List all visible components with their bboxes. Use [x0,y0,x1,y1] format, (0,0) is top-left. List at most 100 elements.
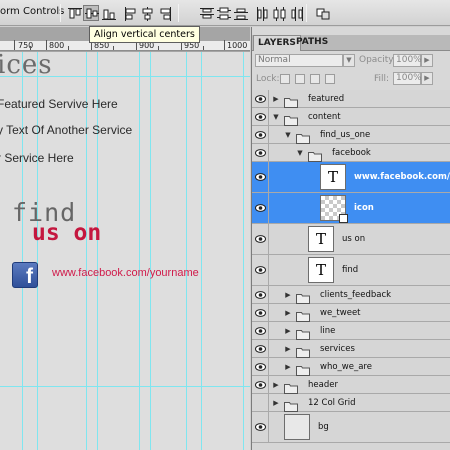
align-top-edges-icon [68,8,82,19]
distribute-vertical-centers-button[interactable] [215,5,231,21]
visibility-eye-icon[interactable] [252,412,269,442]
layer-name[interactable]: line [320,326,335,336]
layer-name[interactable]: icon [354,203,374,213]
distribute-bottom-button[interactable] [232,5,248,21]
us-on-heading: us on [32,220,102,246]
layer-row[interactable]: icon [252,193,450,224]
expand-triangle-icon[interactable]: ▶ [272,399,280,407]
panel-tabs: LAYERS PATHS [252,35,450,51]
chevron-right-icon[interactable]: ▶ [421,72,433,85]
layer-name[interactable]: www.facebook.com/yourna [354,172,450,182]
text-layer-thumbnail-icon: T [308,226,334,252]
distribute-top-icon [200,8,214,19]
layer-row[interactable]: ▶ we_tweet [252,304,450,322]
lock-image-pixels-icon[interactable] [295,74,305,84]
visibility-eye-icon[interactable] [252,304,269,321]
layer-name[interactable]: us on [342,234,365,244]
layer-name[interactable]: who_we_are [320,362,372,372]
chevron-right-icon[interactable]: ▶ [421,54,433,67]
collapse-triangle-icon[interactable]: ▼ [272,113,280,121]
align-left-edges-button[interactable] [122,5,138,21]
layer-row[interactable]: Tus on [252,224,450,255]
layer-name[interactable]: featured [308,94,344,104]
visibility-eye-icon[interactable] [252,322,269,339]
layer-name[interactable]: bg [318,422,329,432]
layer-row[interactable]: ▼ facebook [252,144,450,162]
visibility-eye-icon[interactable] [252,108,269,125]
folder-icon [284,397,298,412]
section-title: ices [0,52,53,80]
align-top-edges-button[interactable] [66,5,82,21]
layer-name[interactable]: 12 Col Grid [308,398,356,408]
opacity-field[interactable]: 100% [393,54,422,67]
layers-panel: LAYERS PATHS Normal ▼ Opacity: 100% ▶ Lo… [251,27,450,450]
distribute-left-button[interactable] [254,5,270,21]
layer-row[interactable]: Tfind [252,255,450,286]
layers-list[interactable]: ▶ featured ▼ content ▼ find_us_one ▼ facebook Tw… [252,90,450,450]
expand-triangle-icon[interactable]: ▶ [284,345,292,353]
layer-row[interactable]: ▶ featured [252,90,450,108]
layer-name[interactable]: clients_feedback [320,290,391,300]
layer-name[interactable]: we_tweet [320,308,361,318]
blend-mode-select[interactable]: Normal [255,54,343,67]
chevron-down-icon[interactable]: ▼ [343,54,355,67]
visibility-eye-icon[interactable] [252,376,269,393]
distribute-horizontal-centers-icon [273,7,286,21]
document-canvas[interactable]: ices Featured Servive Here y Text Of Ano… [0,52,250,450]
visibility-eye-icon[interactable] [252,224,269,254]
lock-transparent-pixels-icon[interactable] [280,74,290,84]
guide [150,52,151,450]
visibility-eye-icon[interactable] [252,162,269,192]
align-right-edges-button[interactable] [156,5,172,21]
layer-row[interactable]: ▶ 12 Col Grid [252,394,450,412]
expand-triangle-icon[interactable]: ▶ [284,309,292,317]
expand-triangle-icon[interactable]: ▶ [272,95,280,103]
layer-row[interactable]: Twww.facebook.com/yourna [252,162,450,193]
canvas-area[interactable]: 750 800 850 900 950 1000 ices Featured S… [0,27,250,450]
lock-all-icon[interactable] [325,74,335,84]
folder-icon [296,361,310,376]
layer-row[interactable]: ▶ line [252,322,450,340]
collapse-triangle-icon[interactable]: ▼ [296,149,304,157]
align-bottom-edges-button[interactable] [100,5,116,21]
auto-align-layers-button[interactable] [314,5,330,21]
layer-row[interactable]: ▼ content [252,108,450,126]
distribute-right-button[interactable] [288,5,304,21]
align-vertical-centers-button[interactable] [83,5,99,21]
layer-name[interactable]: content [308,112,341,122]
fill-field[interactable]: 100% [393,72,422,85]
auto-align-icon [316,8,330,20]
layer-name[interactable]: services [320,344,355,354]
layer-name[interactable]: facebook [332,148,371,158]
distribute-horizontal-centers-button[interactable] [271,5,287,21]
visibility-eye-icon[interactable] [252,286,269,303]
layer-row[interactable]: ▶ services [252,340,450,358]
visibility-eye-icon[interactable] [252,126,269,143]
visibility-eye-icon[interactable] [252,144,269,161]
layer-row[interactable]: ▶ clients_feedback [252,286,450,304]
layer-row[interactable]: ▶ header [252,376,450,394]
expand-triangle-icon[interactable]: ▶ [284,291,292,299]
visibility-eye-icon[interactable] [252,193,269,223]
layer-name[interactable]: find_us_one [320,130,370,140]
visibility-eye-icon[interactable] [252,255,269,285]
visibility-eye-icon[interactable] [252,358,269,375]
expand-triangle-icon[interactable]: ▶ [272,381,280,389]
layer-name[interactable]: header [308,380,338,390]
tab-paths[interactable]: PATHS [292,35,332,51]
layer-name[interactable]: find [342,265,358,275]
layer-row[interactable]: bg [252,412,450,443]
visibility-eye-icon[interactable] [252,394,269,411]
layer-row[interactable]: ▶ who_we_are [252,358,450,376]
layer-row[interactable]: ▼ find_us_one [252,126,450,144]
collapse-triangle-icon[interactable]: ▼ [284,131,292,139]
align-horizontal-centers-button[interactable] [139,5,155,21]
distribute-top-button[interactable] [198,5,214,21]
expand-triangle-icon[interactable]: ▶ [284,327,292,335]
text-layer-thumbnail-icon: T [320,164,346,190]
visibility-eye-icon[interactable] [252,90,269,107]
visibility-eye-icon[interactable] [252,340,269,357]
lock-position-icon[interactable] [310,74,320,84]
guide [97,52,98,450]
expand-triangle-icon[interactable]: ▶ [284,363,292,371]
